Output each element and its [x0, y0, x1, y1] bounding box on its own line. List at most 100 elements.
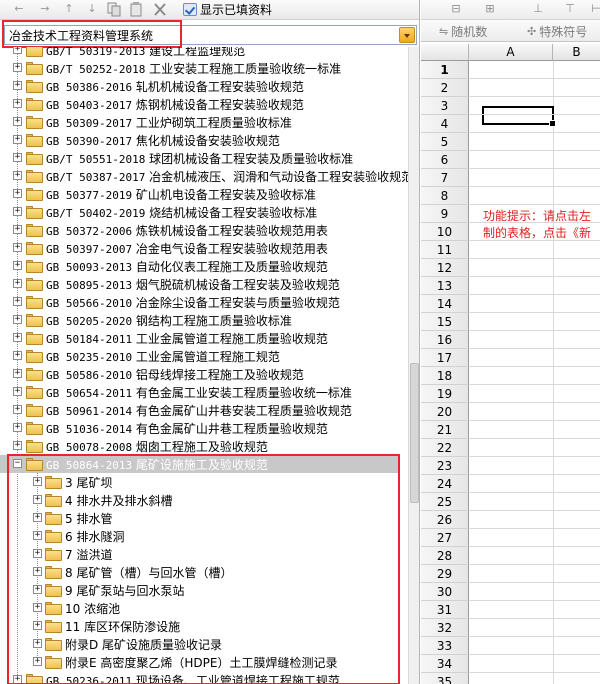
- row-number[interactable]: 23: [421, 457, 469, 475]
- tree-node[interactable]: + GB 50895-2013 烟气脱硫机械设备工程安装及验收规范: [0, 275, 408, 293]
- expand-toggle-icon[interactable]: +: [13, 225, 22, 234]
- tree-node[interactable]: + GB 50372-2006 炼铁机械设备工程安装验收规范用表: [0, 221, 408, 239]
- expand-toggle-icon[interactable]: +: [13, 189, 22, 198]
- scrollbar-thumb[interactable]: [410, 363, 419, 503]
- tree-node[interactable]: + GB 50586-2010 铝母线焊接工程施工及验收规范: [0, 365, 408, 383]
- expand-toggle-icon[interactable]: +: [13, 297, 22, 306]
- tree-node[interactable]: + GB 51036-2014 有色金属矿山井巷工程质量验收规范: [0, 419, 408, 437]
- tree-vertical-scrollbar[interactable]: [408, 47, 419, 684]
- row-number[interactable]: 3: [421, 97, 469, 115]
- arrow-right-icon[interactable]: →: [38, 2, 52, 16]
- row-number[interactable]: 24: [421, 475, 469, 493]
- tree-node[interactable]: + GB 50093-2013 自动化仪表工程施工及质量验收规范: [0, 257, 408, 275]
- format-icon[interactable]: ⊤: [561, 2, 579, 17]
- expand-toggle-icon[interactable]: +: [13, 243, 22, 252]
- column-header-b[interactable]: B: [553, 44, 600, 61]
- copy-icon[interactable]: [106, 2, 122, 17]
- expand-toggle-icon[interactable]: +: [13, 351, 22, 360]
- expand-toggle-icon[interactable]: +: [13, 315, 22, 324]
- expand-toggle-icon[interactable]: +: [13, 135, 22, 144]
- tree-node[interactable]: + GB/T 50402-2019 烧结机械设备工程安装验收标准: [0, 203, 408, 221]
- expand-toggle-icon[interactable]: +: [13, 369, 22, 378]
- tree-node[interactable]: + GB/T 50551-2018 球团机械设备工程安装及质量验收标准: [0, 149, 408, 167]
- arrow-left-icon[interactable]: ←: [12, 2, 26, 16]
- tree-node[interactable]: + GB/T 50252-2018 工业安装工程施工质量验收统一标准: [0, 59, 408, 77]
- expand-toggle-icon[interactable]: +: [13, 405, 22, 414]
- tree-node[interactable]: + GB 50397-2007 冶金电气设备工程安装验收规范用表: [0, 239, 408, 257]
- expand-toggle-icon[interactable]: +: [13, 81, 22, 90]
- show-filled-button[interactable]: 显示已填资料: [183, 1, 272, 18]
- tree-node[interactable]: + GB 50205-2020 钢结构工程施工质量验收标准: [0, 311, 408, 329]
- row-number[interactable]: 19: [421, 385, 469, 403]
- row-number[interactable]: 14: [421, 295, 469, 313]
- expand-toggle-icon[interactable]: +: [13, 279, 22, 288]
- row-number[interactable]: 25: [421, 493, 469, 511]
- chevron-down-icon[interactable]: [399, 27, 415, 43]
- tree-node[interactable]: + GB 50184-2011 工业金属管道工程施工质量验收规范: [0, 329, 408, 347]
- tree-node[interactable]: + GB 50390-2017 焦化机械设备安装验收规范: [0, 131, 408, 149]
- tree-node[interactable]: + GB 50386-2016 轧机机械设备工程安装验收规范: [0, 77, 408, 95]
- align-icon[interactable]: ⊥: [529, 2, 547, 17]
- tree-node[interactable]: + GB 50377-2019 矿山机电设备工程安装及验收标准: [0, 185, 408, 203]
- row-number[interactable]: 26: [421, 511, 469, 529]
- row-number[interactable]: 11: [421, 241, 469, 259]
- arrow-down-icon[interactable]: ↓: [85, 2, 99, 16]
- insert-column-icon[interactable]: ⊞: [481, 2, 499, 17]
- row-number[interactable]: 22: [421, 439, 469, 457]
- expand-toggle-icon[interactable]: +: [13, 207, 22, 216]
- row-number[interactable]: 27: [421, 529, 469, 547]
- row-number[interactable]: 5: [421, 133, 469, 151]
- tree-node[interactable]: + GB 50654-2011 有色金属工业安装工程质量验收统一标准: [0, 383, 408, 401]
- random-number-button[interactable]: ⇋ 随机数: [439, 23, 487, 40]
- expand-toggle-icon[interactable]: +: [13, 423, 22, 432]
- tree-node[interactable]: + GB 50961-2014 有色金属矿山井巷安装工程质量验收规范: [0, 401, 408, 419]
- row-number[interactable]: 33: [421, 637, 469, 655]
- row-number[interactable]: 7: [421, 169, 469, 187]
- row-number[interactable]: 10: [421, 223, 469, 241]
- expand-toggle-icon[interactable]: +: [13, 387, 22, 396]
- tree-node[interactable]: + GB 50403-2017 炼钢机械设备工程安装验收规范: [0, 95, 408, 113]
- expand-toggle-icon[interactable]: +: [13, 63, 22, 72]
- tree-node[interactable]: + GB 50566-2010 冶金除尘设备工程安装与质量验收规范: [0, 293, 408, 311]
- row-number[interactable]: 20: [421, 403, 469, 421]
- expand-toggle-icon[interactable]: +: [13, 117, 22, 126]
- row-number[interactable]: 18: [421, 367, 469, 385]
- special-symbol-button[interactable]: ✣ 特殊符号: [527, 23, 587, 40]
- expand-toggle-icon[interactable]: +: [13, 171, 22, 180]
- row-number[interactable]: 35: [421, 673, 469, 684]
- row-number[interactable]: 9: [421, 205, 469, 223]
- delete-icon[interactable]: [152, 2, 168, 17]
- row-number[interactable]: 15: [421, 313, 469, 331]
- expand-toggle-icon[interactable]: +: [13, 47, 22, 54]
- more-icon[interactable]: ⊢: [587, 2, 600, 17]
- row-number[interactable]: 6: [421, 151, 469, 169]
- row-number[interactable]: 30: [421, 583, 469, 601]
- insert-row-icon[interactable]: ⊟: [447, 2, 465, 17]
- arrow-up-icon[interactable]: ↑: [62, 2, 76, 16]
- row-number[interactable]: 31: [421, 601, 469, 619]
- row-number[interactable]: 32: [421, 619, 469, 637]
- spreadsheet-grid[interactable]: A B 1 2 3 4 5 6 7 8 9 10 11 12 13 14 15 16 17 18 19 20 21 22 2…: [421, 44, 600, 684]
- row-number[interactable]: 17: [421, 349, 469, 367]
- row-number[interactable]: 34: [421, 655, 469, 673]
- row-number[interactable]: 12: [421, 259, 469, 277]
- row-number[interactable]: 21: [421, 421, 469, 439]
- tree-node[interactable]: + GB/T 50387-2017 冶金机械液压、润滑和气动设备工程安装验收规范: [0, 167, 408, 185]
- select-all-corner[interactable]: [421, 44, 469, 61]
- tree-node[interactable]: + GB 50078-2008 烟囱工程施工及验收规范: [0, 437, 408, 455]
- paste-icon[interactable]: [128, 2, 144, 17]
- tree-node[interactable]: + GB/T 50319-2013 建设工程监理规范: [0, 47, 408, 59]
- expand-toggle-icon[interactable]: +: [13, 153, 22, 162]
- tree-node[interactable]: + GB 50235-2010 工业金属管道工程施工规范: [0, 347, 408, 365]
- tree-node[interactable]: + GB 50309-2017 工业炉砌筑工程质量验收标准: [0, 113, 408, 131]
- row-number[interactable]: 4: [421, 115, 469, 133]
- column-header-a[interactable]: A: [469, 44, 553, 61]
- row-number[interactable]: 1: [421, 61, 469, 79]
- expand-toggle-icon[interactable]: +: [13, 99, 22, 108]
- active-cell-a1[interactable]: [482, 106, 556, 127]
- expand-toggle-icon[interactable]: +: [13, 441, 22, 450]
- expand-toggle-icon[interactable]: +: [13, 261, 22, 270]
- row-number[interactable]: 13: [421, 277, 469, 295]
- row-number[interactable]: 8: [421, 187, 469, 205]
- row-number[interactable]: 29: [421, 565, 469, 583]
